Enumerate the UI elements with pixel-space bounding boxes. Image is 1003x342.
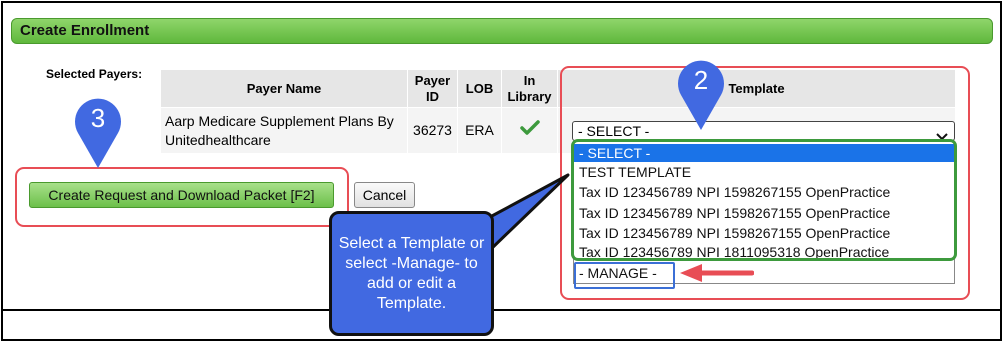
highlight-template-options bbox=[571, 139, 957, 261]
cell-payer-id: 36273 bbox=[407, 107, 458, 154]
divider bbox=[2, 309, 1000, 311]
col-header-in-library: In Library bbox=[501, 69, 558, 108]
cancel-button[interactable]: Cancel bbox=[354, 182, 415, 208]
highlight-manage-option bbox=[574, 262, 675, 289]
step-2-number: 2 bbox=[693, 65, 709, 95]
cell-payer-name: Aarp Medicare Supplement Plans By United… bbox=[160, 107, 408, 154]
col-header-in-library-text: In Library bbox=[507, 72, 552, 104]
red-arrow-icon bbox=[680, 264, 754, 282]
highlight-buttons bbox=[15, 167, 349, 227]
step-3-number: 3 bbox=[90, 103, 106, 133]
col-header-payer-id: Payer ID bbox=[407, 69, 458, 108]
selected-payers-label: Selected Payers: bbox=[46, 67, 143, 81]
col-header-payer-name: Payer Name bbox=[160, 69, 408, 108]
checkmark-icon bbox=[519, 120, 540, 136]
step-2-pin: 2 bbox=[676, 57, 726, 131]
step-3-pin: 3 bbox=[73, 95, 123, 169]
col-header-lob: LOB bbox=[457, 69, 502, 108]
cell-in-library bbox=[501, 107, 558, 154]
col-header-payer-id-text: Payer ID bbox=[414, 72, 451, 104]
callout-pointer bbox=[488, 173, 570, 252]
cell-lob: ERA bbox=[457, 107, 502, 154]
instruction-callout: Select a Template or select -Manage- to … bbox=[329, 211, 494, 336]
page-title: Create Enrollment bbox=[11, 18, 993, 44]
